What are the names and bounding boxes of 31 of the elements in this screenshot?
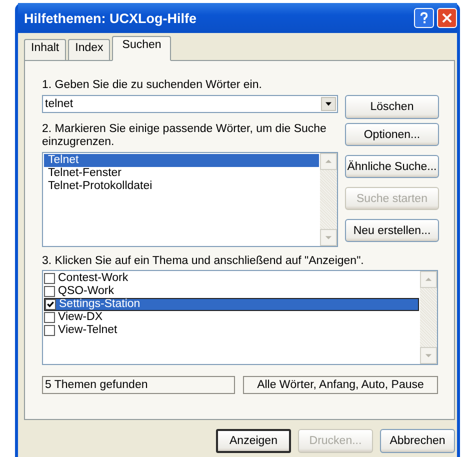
help-icon[interactable] [414, 8, 434, 28]
search-combobox[interactable]: telnet [42, 95, 338, 113]
list-item[interactable]: Telnet-Fenster [44, 167, 319, 180]
instruction-text: 1. Geben Sie die zu suchenden Wörter ein. [42, 79, 263, 92]
button[interactable]: Anzeigen [216, 429, 291, 453]
topic-item[interactable]: Contest-Work [44, 272, 419, 285]
button[interactable]: Optionen... [345, 123, 439, 146]
button[interactable]: Abbrechen [380, 429, 455, 453]
topic-item[interactable]: View-Telnet [44, 324, 419, 337]
button[interactable]: Ähnliche Suche... [345, 155, 439, 178]
list-item[interactable]: Telnet [44, 154, 319, 167]
topic-item[interactable]: View-DX [44, 311, 419, 324]
instruction-text: 3. Klicken Sie auf ein Thema und anschließend auf "Anzeigen". [42, 255, 365, 268]
checkbox[interactable] [44, 325, 55, 336]
checkbox[interactable] [45, 299, 56, 310]
checkbox[interactable] [44, 273, 55, 284]
tab[interactable]: Index [68, 39, 110, 60]
checkbox[interactable] [44, 286, 55, 297]
close-icon[interactable] [437, 8, 457, 28]
tab[interactable]: Inhalt [24, 39, 66, 60]
list-item[interactable]: Telnet-Protokolldatei [44, 180, 319, 193]
topic-item[interactable]: QSO-Work [44, 285, 419, 298]
instruction-text: 2. Markieren Sie einige passende Wörter, um die Suche einzugrenzen. [42, 123, 328, 149]
button[interactable]: Neu erstellen... [345, 219, 439, 242]
status-field: Alle Wörter, Anfang, Auto, Pause [243, 376, 438, 394]
window-title: Hilfethemen: UCXLog-Hilfe [24, 10, 198, 26]
topic-item[interactable]: Settings-Station [44, 298, 419, 311]
status-field: 5 Themen gefunden [42, 376, 235, 394]
button[interactable]: Löschen [345, 95, 439, 119]
tab[interactable]: Suchen [112, 36, 172, 61]
checkbox[interactable] [44, 312, 55, 323]
